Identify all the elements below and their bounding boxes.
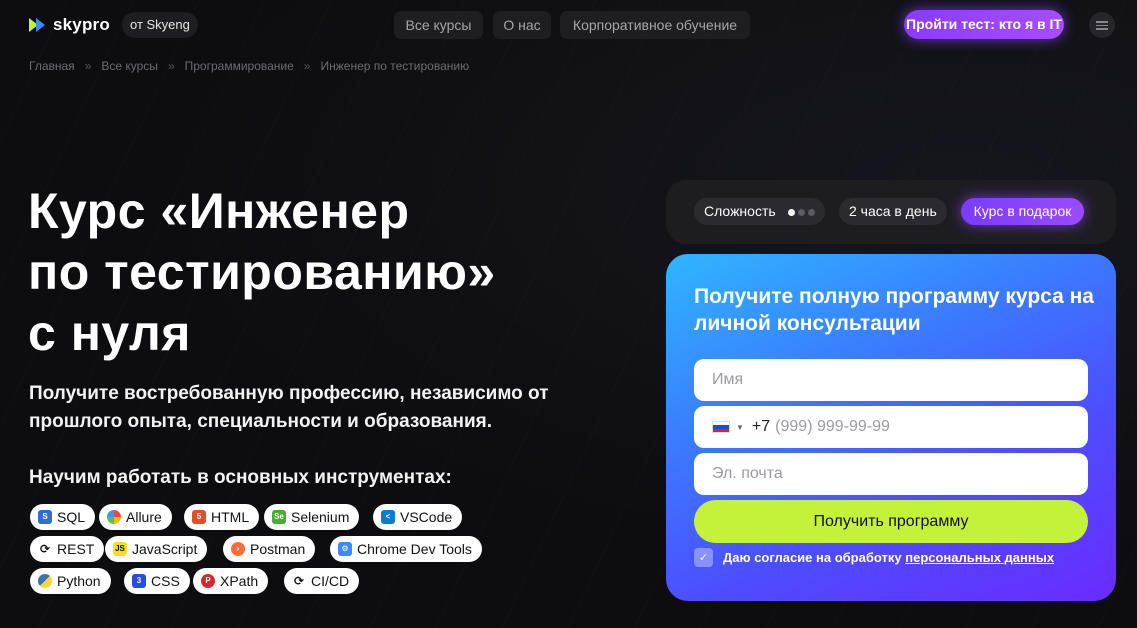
tool-rest: ⟳ REST <box>30 536 105 562</box>
nav-all-courses[interactable]: Все курсы <box>394 11 483 39</box>
logo[interactable]: skypro <box>29 15 110 35</box>
chrome-devtools-icon: ⚙ <box>338 542 352 556</box>
breadcrumb-separator: » <box>84 59 92 73</box>
title-line-3: с нуля <box>28 305 191 361</box>
breadcrumb-home[interactable]: Главная <box>29 59 75 73</box>
nav-corporate[interactable]: Корпоративное обучение <box>560 11 750 39</box>
xpath-icon: P <box>201 574 215 588</box>
sql-icon: S <box>38 510 52 524</box>
phone-field[interactable]: ▼ +7 <box>694 406 1088 448</box>
tool-xpath: P XPath <box>193 568 269 594</box>
form-title: Получите полную программу курса на лично… <box>694 285 1094 335</box>
postman-icon: › <box>231 542 245 556</box>
chevron-down-icon[interactable]: ▼ <box>736 423 744 432</box>
russia-flag-icon[interactable] <box>712 421 730 433</box>
breadcrumb-all-courses[interactable]: Все курсы <box>101 59 158 73</box>
email-input[interactable] <box>694 453 1088 495</box>
logo-text: skypro <box>53 15 110 34</box>
allure-icon <box>107 510 121 524</box>
selenium-icon: Se <box>272 510 286 524</box>
tool-python: Python <box>30 568 111 594</box>
consent-checkbox[interactable]: ✓ <box>694 548 713 567</box>
brand-pill: от Skyeng <box>122 12 198 38</box>
tools-heading: Научим работать в основных инструментах: <box>29 467 452 488</box>
phone-prefix: +7 <box>751 418 771 435</box>
hero-subtitle: Получите востребованную профессию, незав… <box>29 383 549 432</box>
tool-allure: Allure <box>99 504 172 530</box>
hamburger-menu-icon[interactable] <box>1089 12 1115 38</box>
tool-vscode: < VSCode <box>373 504 463 530</box>
difficulty-chip: Сложность <box>694 198 825 225</box>
vscode-icon: < <box>381 510 395 524</box>
breadcrumb-separator: » <box>167 59 175 73</box>
refresh-icon: ⟳ <box>292 574 306 588</box>
hours-chip: 2 часа в день <box>839 198 947 225</box>
career-test-button[interactable]: Пройти тест: кто я в IT <box>904 10 1064 39</box>
page-title: Курс «Инженер по тестированию» с нуля <box>28 181 588 364</box>
consent-row: ✓ Даю согласие на обработку персональных… <box>694 548 1054 567</box>
tool-javascript: JS JavaScript <box>105 536 208 562</box>
breadcrumb-separator: » <box>303 59 311 73</box>
html5-icon: 5 <box>192 510 206 524</box>
tool-cicd: ⟳ CI/CD <box>284 568 360 594</box>
logo-mark-icon <box>29 18 47 32</box>
css3-icon: 3 <box>132 574 146 588</box>
python-icon <box>38 574 52 588</box>
gift-course-badge[interactable]: Курс в подарок <box>961 198 1084 225</box>
tool-chrome-dev-tools: ⚙ Chrome Dev Tools <box>330 536 482 562</box>
difficulty-dots <box>787 208 815 216</box>
site-header: skypro от Skyeng Все курсы О нас Корпора… <box>0 0 1137 50</box>
tool-selenium: Se Selenium <box>264 504 360 530</box>
name-input[interactable] <box>694 359 1088 401</box>
consent-text: Даю согласие на обработку персональных д… <box>723 550 1055 565</box>
title-line-2: по тестированию» <box>28 244 496 300</box>
tool-css: 3 CSS <box>124 568 190 594</box>
tool-sql: S SQL <box>30 504 96 530</box>
get-program-button[interactable]: Получить программу <box>694 500 1088 543</box>
javascript-icon: JS <box>113 542 127 556</box>
title-line-1: Курс «Инженер <box>28 183 410 239</box>
nav-about[interactable]: О нас <box>493 11 551 39</box>
personal-data-link[interactable]: персональных данных <box>905 550 1054 565</box>
breadcrumb-current: Инженер по тестированию <box>320 59 470 73</box>
refresh-icon: ⟳ <box>38 542 52 556</box>
breadcrumb-programming[interactable]: Программирование <box>185 59 294 73</box>
breadcrumb: Главная » Все курсы » Программирование »… <box>29 59 469 73</box>
tool-postman: › Postman <box>223 536 316 562</box>
tool-html: 5 HTML <box>184 504 260 530</box>
phone-input[interactable] <box>775 418 1026 436</box>
